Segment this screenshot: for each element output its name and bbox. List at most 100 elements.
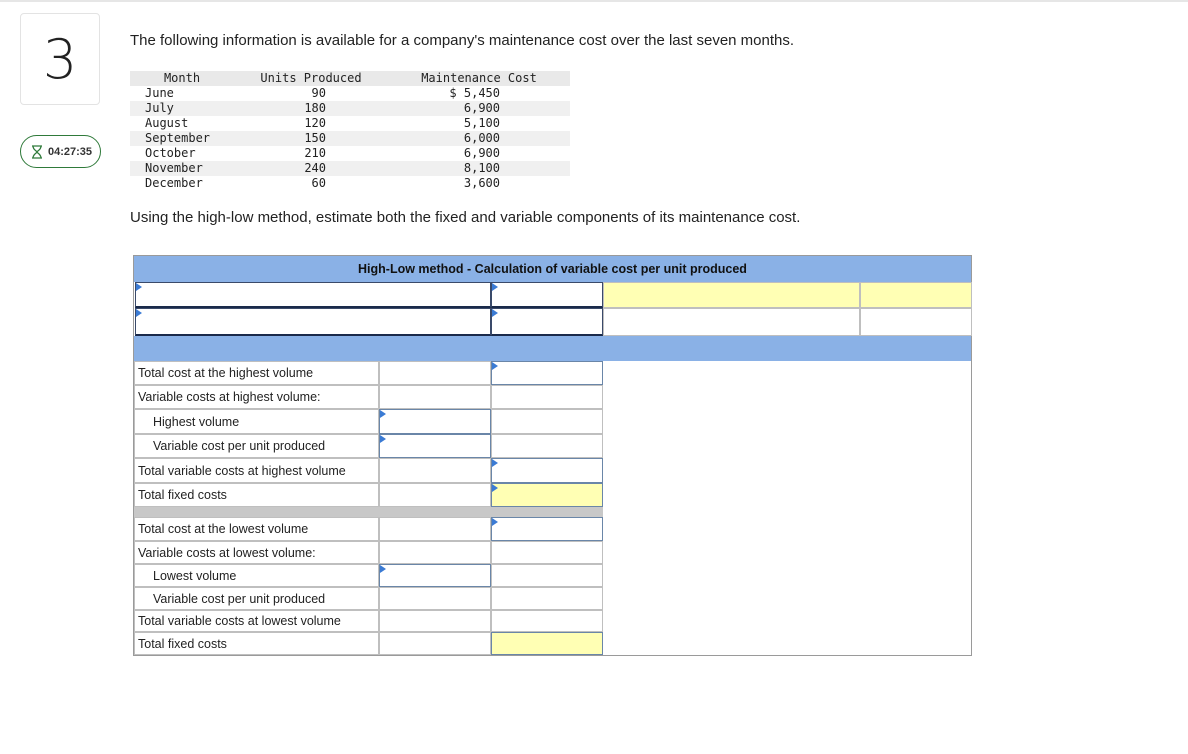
cost-cell: 3,600	[463, 176, 500, 190]
blank-cell	[491, 587, 603, 610]
dropdown-marker-icon	[492, 459, 498, 467]
row-label: Variable cost per unit produced	[153, 439, 326, 453]
units-cell: 150	[304, 131, 326, 145]
section-separator	[134, 507, 603, 517]
label-cell: Total cost at the highest volume	[134, 361, 379, 385]
dropdown-marker-icon	[136, 309, 142, 317]
row-label: Total cost at the lowest volume	[138, 522, 309, 536]
header-month: Month	[163, 71, 201, 85]
blank-cell	[379, 361, 491, 385]
label-cell: Total fixed costs	[134, 483, 379, 507]
blank-cell	[379, 610, 491, 632]
question-instruction: Using the high-low method, estimate both…	[130, 209, 801, 226]
row-label: Variable costs at highest volume:	[138, 390, 321, 404]
row-label: Total variable costs at lowest volume	[138, 614, 341, 628]
table-row: November 240 8,100	[130, 161, 570, 176]
header-cost: Maintenance Cost	[421, 71, 537, 85]
header-label-input-2[interactable]	[135, 308, 491, 336]
question-intro: The following information is available f…	[130, 32, 795, 49]
section-divider-bar	[134, 336, 971, 361]
worksheet-title: High-Low method - Calculation of variabl…	[358, 262, 747, 276]
total-fixed-costs-low-input[interactable]	[491, 632, 603, 655]
cost-cell: $ 5,450	[449, 86, 500, 100]
answer-cell-2a[interactable]	[603, 308, 860, 336]
blank-cell	[491, 385, 603, 409]
total-fixed-costs-high-input[interactable]	[491, 483, 603, 507]
table-row: December 60 3,600	[130, 176, 570, 191]
blank-cell	[379, 517, 491, 541]
label-cell: Variable cost per unit produced	[134, 587, 379, 610]
lowest-volume-input[interactable]	[379, 564, 491, 587]
cost-cell: 8,100	[463, 161, 500, 175]
answer-cell-1a[interactable]	[603, 282, 860, 308]
month-cell: July	[145, 101, 174, 115]
cost-cell: 6,900	[463, 101, 500, 115]
units-cell: 60	[311, 176, 326, 190]
units-cell: 180	[304, 101, 326, 115]
header-select-2[interactable]	[491, 308, 603, 336]
month-cell: November	[145, 161, 203, 175]
table-row: September 150 6,000	[130, 131, 570, 146]
blank-cell	[491, 409, 603, 434]
label-cell: Total fixed costs	[134, 632, 379, 655]
blank-cell	[491, 434, 603, 458]
blank-cell	[491, 541, 603, 564]
question-number: 3	[20, 13, 100, 105]
dropdown-marker-icon	[492, 362, 498, 370]
row-label: Highest volume	[153, 415, 240, 429]
header-select-1[interactable]	[491, 282, 603, 308]
blank-cell	[379, 587, 491, 610]
label-cell: Total variable costs at highest volume	[134, 458, 379, 483]
answer-cell-1b[interactable]	[860, 282, 972, 308]
blank-cell	[491, 610, 603, 632]
variable-cost-per-unit-high-input[interactable]	[379, 434, 491, 458]
units-cell: 90	[311, 86, 326, 100]
blank-cell	[379, 632, 491, 655]
blank-cell	[379, 458, 491, 483]
row-label: Total cost at the highest volume	[138, 366, 314, 380]
dropdown-marker-icon	[136, 283, 142, 291]
month-cell: August	[145, 116, 189, 130]
data-table-header: Month Units Produced Maintenance Cost	[130, 71, 570, 86]
dropdown-marker-icon	[380, 565, 386, 573]
row-label: Total fixed costs	[138, 488, 227, 502]
cost-cell: 6,000	[463, 131, 500, 145]
timer-badge: 04:27:35	[20, 135, 101, 168]
row-label: Total fixed costs	[138, 637, 227, 651]
answer-cell-2b[interactable]	[860, 308, 972, 336]
month-cell: October	[145, 146, 196, 160]
timer-text: 04:27:35	[48, 145, 93, 158]
month-cell: June	[145, 86, 174, 100]
table-row: August 120 5,100	[130, 116, 570, 131]
label-cell: Variable cost per unit produced	[134, 434, 379, 458]
header-units: Units Produced	[260, 71, 362, 85]
dropdown-marker-icon	[492, 283, 498, 291]
header-label-input-1[interactable]	[135, 282, 491, 308]
blank-cell	[379, 385, 491, 409]
total-variable-high-input[interactable]	[491, 458, 603, 483]
month-cell: December	[145, 176, 203, 190]
top-divider	[0, 0, 1188, 2]
blank-cell	[491, 564, 603, 587]
dropdown-marker-icon	[380, 435, 386, 443]
data-table: Month Units Produced Maintenance Cost Ju…	[130, 71, 570, 191]
table-row: June 90 $ 5,450	[130, 86, 570, 101]
cost-cell: 6,900	[463, 146, 500, 160]
label-cell: Highest volume	[134, 409, 379, 434]
dropdown-marker-icon	[380, 410, 386, 418]
total-cost-lowest-input[interactable]	[491, 517, 603, 541]
blank-cell	[379, 541, 491, 564]
label-cell: Lowest volume	[134, 564, 379, 587]
cost-cell: 5,100	[463, 116, 500, 130]
highest-volume-input[interactable]	[379, 409, 491, 434]
dropdown-marker-icon	[492, 518, 498, 526]
row-label: Variable costs at lowest volume:	[138, 546, 316, 560]
row-label: Variable cost per unit produced	[153, 592, 326, 606]
dropdown-marker-icon	[492, 309, 498, 317]
row-label: Total variable costs at highest volume	[138, 464, 346, 478]
label-cell: Variable costs at highest volume:	[134, 385, 379, 409]
dropdown-marker-icon	[492, 484, 498, 492]
units-cell: 120	[304, 116, 326, 130]
total-cost-highest-input[interactable]	[491, 361, 603, 385]
table-row: October 210 6,900	[130, 146, 570, 161]
